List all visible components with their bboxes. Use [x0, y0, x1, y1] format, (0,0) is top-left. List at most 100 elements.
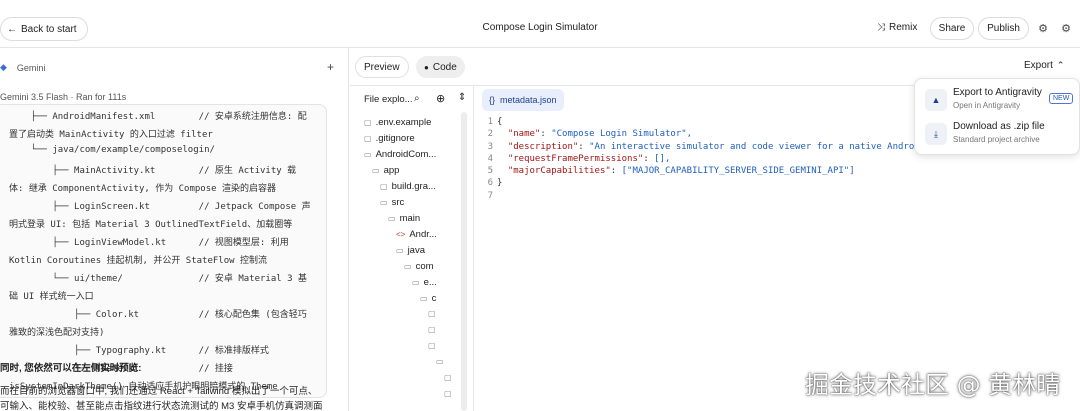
folder-icon: ▭: [380, 198, 388, 207]
watermark-text: 掘金技术社区 @ 黄林晴: [805, 371, 1061, 399]
project-tree-code-block: ├── AndroidManifest.xml // 安卓系统注册信息: 配置了…: [0, 104, 327, 398]
code-line: ├── MainActivity.kt // 原生 Activity 载: [9, 166, 297, 176]
code-line: "description": "An interactive simulator…: [507, 141, 969, 152]
remix-label: Remix: [889, 22, 918, 33]
chat-paragraph-2b: 可输入、能校验、甚至能点击指纹进行状态流测试的 M3 安卓手机仿真调测面: [0, 401, 323, 411]
folder-icon: ▭: [372, 166, 380, 175]
explorer-item[interactable]: ▭ src: [380, 197, 404, 208]
xml-file-icon: <>: [396, 230, 406, 239]
line-number: 4: [487, 153, 493, 164]
folder-icon: ▭: [420, 294, 428, 303]
json-key: "majorCapabilities": [507, 166, 611, 177]
settings-icon[interactable]: ⚙: [1058, 20, 1074, 36]
explorer-item[interactable]: ▭ main: [388, 213, 420, 224]
explorer-item[interactable]: ▭ AndroidCom...: [364, 149, 436, 160]
code-line: }: [497, 177, 968, 189]
json-key: "requestFramePermissions": [507, 153, 644, 164]
publish-button[interactable]: Publish: [978, 17, 1029, 40]
code-line: 础 UI 样式统一入口: [9, 292, 94, 302]
code-content[interactable]: { "name": "Compose Login Simulator", "de…: [497, 116, 968, 202]
code-line: "name": "Compose Login Simulator",: [507, 129, 693, 140]
search-icon[interactable]: ⌕: [414, 93, 420, 104]
explorer-item-label: e...: [423, 277, 437, 288]
tab-preview-label: Preview: [364, 61, 400, 73]
share-button[interactable]: Share: [930, 17, 974, 40]
explorer-item-label: java: [407, 245, 425, 256]
chat-source-row: ◆ Gemini: [0, 62, 45, 73]
json-value: "An interactive simulator and code viewe…: [589, 141, 969, 152]
top-bar: ← Back to start Compose Login Simulator …: [0, 0, 1080, 48]
collapse-icon[interactable]: ⇕: [458, 92, 466, 103]
json-key: "description": [507, 141, 579, 152]
code-line: 明式登录 UI: 包括 Material 3 OutlinedTextField…: [9, 220, 293, 230]
json-key: "name": [507, 129, 541, 140]
file-explorer: File explo... ⌕ ⊕ ⇕ ▢ .env.example ▢ .gitig…: [352, 86, 474, 411]
explorer-item[interactable]: ▢: [428, 309, 440, 318]
file-icon: ▢: [428, 325, 436, 334]
explorer-item[interactable]: ▭ c: [420, 293, 436, 304]
code-line: "requestFramePermissions": [],: [507, 153, 671, 164]
share-label: Share: [938, 23, 966, 34]
code-line: 置了启动类 MainActivity 的入口过滤 filter: [9, 130, 213, 140]
line-number-gutter: 1 234 567: [475, 116, 493, 202]
file-icon: ▢: [364, 134, 372, 143]
chat-paragraph-1: 同时, 您依然可以在左侧实时预览:: [0, 363, 142, 374]
tab-preview[interactable]: Preview: [355, 56, 409, 78]
chat-panel: ◆ Gemini + Gemini 3.5 Flash · Ran for 11…: [0, 48, 349, 411]
file-icon: ▢: [364, 118, 372, 127]
file-icon: ▢: [444, 389, 452, 398]
export-button[interactable]: Export ⌃: [1024, 60, 1064, 71]
model-meta: Gemini 3.5 Flash · Ran for 111s: [0, 92, 127, 102]
remix-icon: ⤨: [877, 22, 885, 33]
explorer-item-label: AndroidCom...: [375, 149, 437, 160]
explorer-item-label: main: [399, 213, 421, 224]
tab-code[interactable]: ● Code: [416, 56, 465, 78]
folder-icon: ▭: [396, 246, 404, 255]
code-line: ├── LoginViewModel.kt // 视图模型层: 利用: [9, 238, 289, 248]
explorer-item[interactable]: ▢ .gitignore: [364, 133, 415, 144]
code-line: ├── AndroidManifest.xml // 安卓系统注册信息: 配: [9, 112, 307, 122]
folder-icon: ▭: [436, 357, 444, 366]
json-value: ["MAJOR_CAPABILITY_SERVER_SIDE_GEMINI_AP…: [621, 166, 855, 177]
code-line: ├── Color.kt // 核心配色集 (包含轻巧: [9, 310, 307, 320]
remix-button[interactable]: ⤨ Remix: [877, 22, 917, 33]
explorer-item-label: src: [391, 197, 405, 208]
new-chat-plus-icon[interactable]: +: [327, 60, 334, 74]
json-value: [],: [654, 153, 671, 164]
download-icon: ⤓: [925, 123, 947, 145]
code-line: ├── LoginScreen.kt // Jetpack Compose 声: [9, 202, 311, 212]
new-badge: NEW: [1049, 93, 1074, 104]
explorer-item[interactable]: ▢ build.gra...: [380, 181, 436, 192]
explorer-item[interactable]: ▭: [436, 357, 448, 366]
explorer-scrollbar[interactable]: [461, 112, 467, 411]
file-tab-metadata[interactable]: {} metadata.json: [482, 89, 564, 111]
export-label: Export: [1024, 60, 1053, 71]
add-file-icon[interactable]: ⊕: [436, 92, 445, 105]
explorer-item[interactable]: ▢ .env.example: [364, 117, 431, 128]
explorer-item[interactable]: ▢: [444, 389, 456, 398]
file-tab-label: metadata.json: [500, 95, 557, 105]
json-value: "Compose Login Simulator",: [551, 129, 693, 140]
code-line: ├── Typography.kt // 标准排版样式: [9, 346, 269, 356]
export-menu: ▲ Export to Antigravity Open in Antigrav…: [914, 78, 1080, 155]
explorer-item[interactable]: ▭ app: [372, 165, 399, 176]
explorer-item[interactable]: ▢: [428, 325, 440, 334]
gemini-icon: ◆: [0, 62, 7, 72]
explorer-item[interactable]: ▭ java: [396, 245, 425, 256]
folder-icon: ▭: [388, 214, 396, 223]
download-zip-item[interactable]: ⤓ Download as .zip file Standard project…: [923, 119, 1075, 149]
debug-icon[interactable]: ⚙: [1035, 20, 1051, 36]
menu-item-title: Download as .zip file: [953, 121, 1045, 132]
explorer-item[interactable]: ▭ com: [404, 261, 434, 272]
explorer-item[interactable]: ▢: [428, 341, 440, 350]
export-to-antigravity-item[interactable]: ▲ Export to Antigravity Open in Antigrav…: [923, 85, 1075, 115]
file-icon: ▢: [444, 373, 452, 382]
explorer-item[interactable]: <> Andr...: [396, 229, 437, 240]
explorer-item[interactable]: ▭ e...: [412, 277, 437, 288]
folder-icon: ▭: [364, 150, 372, 159]
line-number: 6: [487, 178, 493, 189]
page-title: Compose Login Simulator: [482, 22, 598, 33]
code-line: 雅致的深浅色配对支持): [9, 328, 105, 338]
explorer-item[interactable]: ▢: [444, 373, 456, 382]
